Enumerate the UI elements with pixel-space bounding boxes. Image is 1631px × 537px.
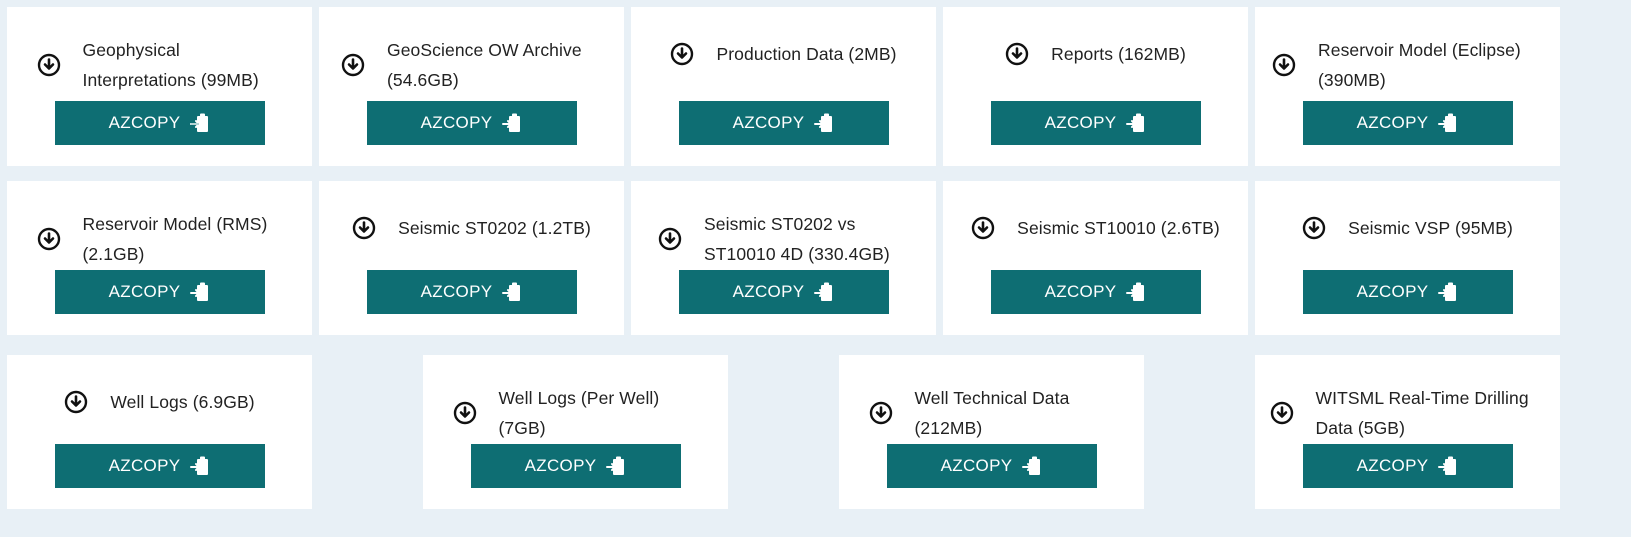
download-circle-icon[interactable] — [971, 216, 995, 240]
dataset-title: Reports (162MB) — [1051, 44, 1186, 64]
azcopy-button-label: AZCOPY — [1356, 456, 1429, 475]
azcopy-button-label: AZCOPY — [1044, 113, 1117, 132]
dataset-title: Seismic ST10010 (2.6TB) — [1017, 218, 1220, 238]
dataset-card: Geophysical Interpretations (99MB) AZCOP… — [7, 7, 312, 166]
download-circle-icon[interactable] — [64, 390, 88, 414]
card-header: Well Logs (Per Well) (7GB) — [423, 383, 728, 443]
dataset-card: Reservoir Model (Eclipse) (390MB) AZCOPY — [1255, 7, 1560, 166]
clipboard-copy-icon — [190, 455, 210, 477]
azcopy-button-label: AZCOPY — [940, 456, 1013, 475]
download-circle-icon[interactable] — [1272, 53, 1296, 77]
dataset-card: GeoScience OW Archive (54.6GB) AZCOPY — [319, 7, 624, 166]
clipboard-copy-icon — [1438, 455, 1458, 477]
azcopy-button-label: AZCOPY — [732, 113, 805, 132]
dataset-card: Well Logs (6.9GB) AZCOPY — [7, 355, 312, 509]
dataset-title: WITSML Real-Time Drilling Data (5GB) — [1315, 388, 1529, 438]
clipboard-copy-icon — [606, 455, 626, 477]
dataset-card: Seismic ST0202 (1.2TB) AZCOPY — [319, 181, 624, 335]
azcopy-button[interactable]: AZCOPY — [990, 101, 1201, 145]
azcopy-button[interactable]: AZCOPY — [1302, 101, 1513, 145]
azcopy-button-label: AZCOPY — [420, 113, 493, 132]
azcopy-button-label: AZCOPY — [1356, 113, 1429, 132]
card-header: Reservoir Model (RMS) (2.1GB) — [7, 209, 312, 269]
dataset-title: Seismic ST0202 vs ST10010 4D (330.4GB) — [704, 214, 890, 264]
dataset-title: Reservoir Model (Eclipse) (390MB) — [1318, 40, 1521, 90]
dataset-title: Geophysical Interpretations (99MB) — [82, 40, 259, 90]
card-header: Seismic VSP (95MB) — [1255, 213, 1560, 243]
dataset-title: Reservoir Model (RMS) (2.1GB) — [82, 214, 268, 264]
clipboard-copy-icon — [814, 112, 834, 134]
clipboard-copy-icon — [1438, 112, 1458, 134]
azcopy-button-label: AZCOPY — [1044, 282, 1117, 301]
azcopy-button[interactable]: AZCOPY — [366, 270, 577, 314]
card-header: GeoScience OW Archive (54.6GB) — [319, 35, 624, 95]
download-circle-icon[interactable] — [869, 401, 893, 425]
dataset-title: Production Data (2MB) — [716, 44, 897, 64]
azcopy-button[interactable]: AZCOPY — [54, 270, 265, 314]
azcopy-button-label: AZCOPY — [1356, 282, 1429, 301]
azcopy-button[interactable]: AZCOPY — [990, 270, 1201, 314]
azcopy-button[interactable]: AZCOPY — [886, 444, 1097, 488]
card-header: Well Technical Data (212MB) — [839, 383, 1144, 443]
card-header: Well Logs (6.9GB) — [7, 387, 312, 417]
clipboard-copy-icon — [1126, 281, 1146, 303]
dataset-card: Production Data (2MB) AZCOPY — [631, 7, 936, 166]
download-circle-icon[interactable] — [37, 53, 61, 77]
azcopy-button-label: AZCOPY — [108, 456, 181, 475]
card-header: Production Data (2MB) — [631, 39, 936, 69]
download-circle-icon[interactable] — [37, 227, 61, 251]
azcopy-button-label: AZCOPY — [108, 282, 181, 301]
clipboard-copy-icon — [1022, 455, 1042, 477]
clipboard-copy-icon — [190, 281, 210, 303]
download-circle-icon[interactable] — [1270, 401, 1294, 425]
azcopy-button[interactable]: AZCOPY — [1302, 270, 1513, 314]
download-circle-icon[interactable] — [1005, 42, 1029, 66]
azcopy-button-label: AZCOPY — [732, 282, 805, 301]
clipboard-copy-icon — [814, 281, 834, 303]
dataset-card: Seismic VSP (95MB) AZCOPY — [1255, 181, 1560, 335]
card-header: Reservoir Model (Eclipse) (390MB) — [1255, 35, 1560, 95]
dataset-title: Seismic ST0202 (1.2TB) — [398, 218, 591, 238]
download-circle-icon[interactable] — [453, 401, 477, 425]
card-header: Reports (162MB) — [943, 39, 1248, 69]
download-circle-icon[interactable] — [341, 53, 365, 77]
dataset-card: Seismic ST10010 (2.6TB) AZCOPY — [943, 181, 1248, 335]
azcopy-button-label: AZCOPY — [420, 282, 493, 301]
azcopy-button-label: AZCOPY — [108, 113, 181, 132]
dataset-title: Well Logs (Per Well) (7GB) — [498, 388, 660, 438]
clipboard-copy-icon — [502, 281, 522, 303]
card-header: Seismic ST10010 (2.6TB) — [943, 213, 1248, 243]
clipboard-copy-icon — [1126, 112, 1146, 134]
card-header: WITSML Real-Time Drilling Data (5GB) — [1255, 383, 1560, 443]
azcopy-button[interactable]: AZCOPY — [678, 270, 889, 314]
dataset-title: GeoScience OW Archive (54.6GB) — [387, 40, 582, 90]
card-header: Seismic ST0202 (1.2TB) — [319, 213, 624, 243]
azcopy-button[interactable]: AZCOPY — [678, 101, 889, 145]
card-header: Seismic ST0202 vs ST10010 4D (330.4GB) — [631, 209, 936, 269]
azcopy-button-label: AZCOPY — [524, 456, 597, 475]
clipboard-copy-icon — [502, 112, 522, 134]
dataset-card: WITSML Real-Time Drilling Data (5GB) AZC… — [1255, 355, 1560, 509]
download-circle-icon[interactable] — [352, 216, 376, 240]
clipboard-copy-icon — [190, 112, 210, 134]
azcopy-button[interactable]: AZCOPY — [1302, 444, 1513, 488]
dataset-card: Well Logs (Per Well) (7GB) AZCOPY — [423, 355, 728, 509]
dataset-card: Seismic ST0202 vs ST10010 4D (330.4GB) A… — [631, 181, 936, 335]
azcopy-button[interactable]: AZCOPY — [54, 101, 265, 145]
azcopy-button[interactable]: AZCOPY — [470, 444, 681, 488]
download-circle-icon[interactable] — [1302, 216, 1326, 240]
azcopy-button[interactable]: AZCOPY — [54, 444, 265, 488]
dataset-card: Reports (162MB) AZCOPY — [943, 7, 1248, 166]
card-header: Geophysical Interpretations (99MB) — [7, 35, 312, 95]
dataset-title: Seismic VSP (95MB) — [1348, 218, 1513, 238]
dataset-card: Well Technical Data (212MB) AZCOPY — [839, 355, 1144, 509]
dataset-title: Well Technical Data (212MB) — [914, 388, 1070, 438]
clipboard-copy-icon — [1438, 281, 1458, 303]
download-circle-icon[interactable] — [670, 42, 694, 66]
azcopy-button[interactable]: AZCOPY — [366, 101, 577, 145]
dataset-title: Well Logs (6.9GB) — [110, 392, 255, 412]
dataset-card: Reservoir Model (RMS) (2.1GB) AZCOPY — [7, 181, 312, 335]
download-circle-icon[interactable] — [658, 227, 682, 251]
